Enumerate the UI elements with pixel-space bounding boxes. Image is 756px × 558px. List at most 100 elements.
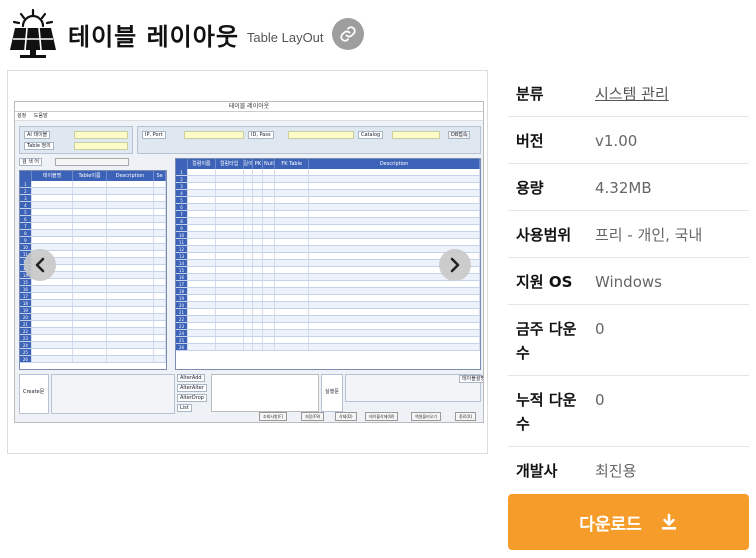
screenshot-table-grid-cell [73, 195, 107, 201]
screenshot-column-grid-cell [216, 344, 244, 350]
page-subtitle: Table LayOut [246, 29, 324, 45]
screenshot-column-grid-cell [253, 197, 264, 203]
info-value-version: v1.00 [595, 132, 638, 150]
screenshot-label-ai: AI 테이블 [24, 131, 51, 139]
screenshot-column-grid-cell [188, 274, 216, 280]
screenshot-column-grid-cell [244, 239, 254, 245]
download-label: 다운로드 [579, 514, 642, 535]
screenshot-column-grid-cell [309, 176, 480, 182]
screenshot-table-grid-cell [73, 209, 107, 215]
screenshot-create-label: Create문 [21, 389, 47, 397]
screenshot-table-grid-row-number: 5 [20, 209, 32, 215]
screenshot-column-grid-row-number: 5 [176, 197, 188, 203]
screenshot-field-ipport [184, 131, 244, 139]
screenshot-table-grid-cell [73, 244, 107, 250]
screenshot-alteradd-label: AlterAdd [177, 374, 205, 382]
screenshot-column-grid-cell [253, 267, 264, 273]
screenshot-column-grid-cell [263, 197, 276, 203]
screenshot-column-grid-cell [309, 344, 480, 350]
info-row-size: 용량 4.32MB [508, 164, 749, 211]
screenshot-menu-help: 도움말 [33, 113, 48, 119]
screenshot-column-grid-cell [216, 239, 244, 245]
screenshot-column-grid-cell [309, 183, 480, 189]
gallery-prev-button[interactable] [24, 249, 56, 281]
screenshot-column-grid-cell [244, 295, 254, 301]
screenshot-column-grid-row-number: 8 [176, 218, 188, 224]
screenshot-column-grid-cell [263, 267, 276, 273]
screenshot-column-grid-cell [253, 253, 264, 259]
screenshot-column-grid-row: 17 [176, 281, 480, 288]
screenshot-table-grid-cell [107, 237, 155, 243]
screenshot-gallery: 테이블 레이아웃 설정 도움말 AI 테이블 Table 정의 IP, Port… [7, 70, 488, 454]
screenshot-column-grid-cell [216, 316, 244, 322]
info-key-total-downloads: 누적 다운수 [516, 391, 577, 433]
screenshot-field-ai [74, 131, 128, 139]
screenshot-table-grid-cell [32, 237, 74, 243]
copy-link-button[interactable] [331, 18, 364, 50]
screenshot-table-grid-cell [107, 279, 155, 285]
screenshot-table-grid-cell [154, 265, 166, 271]
screenshot-table-grid-cell [73, 202, 107, 208]
screenshot-column-grid-cell [216, 309, 244, 315]
screenshot-column-grid-cell [263, 302, 276, 308]
screenshot-column-grid-row-number: 17 [176, 281, 188, 287]
screenshot-column-grid-cell [275, 218, 310, 224]
info-value-weekly-downloads: 0 [595, 320, 605, 338]
screenshot-column-grid-cell [216, 337, 244, 343]
screenshot-column-grid-cell [275, 337, 310, 343]
gallery-next-button[interactable] [439, 249, 471, 281]
screenshot-table-grid-cell [107, 251, 155, 257]
screenshot-table-grid-cell [154, 223, 166, 229]
screenshot-table-grid-cell [154, 314, 166, 320]
screenshot-table-grid-cell [107, 286, 155, 292]
screenshot-column-grid-cell [275, 260, 310, 266]
download-icon [661, 513, 676, 530]
screenshot-column-grid-cell [188, 309, 216, 315]
screenshot-table-grid-cell [154, 181, 166, 187]
screenshot-table-grid-row-number: 18 [20, 300, 32, 306]
screenshot-column-grid-cell [263, 260, 276, 266]
screenshot-column-grid-cell [244, 281, 254, 287]
screenshot-table-grid-cell [32, 209, 74, 215]
screenshot-column-grid-cell [188, 295, 216, 301]
screenshot-column-grid-cell [275, 225, 310, 231]
screenshot-column-grid-cell [216, 267, 244, 273]
screenshot-table-grid-cell [154, 258, 166, 264]
screenshot-column-grid-cell [309, 239, 480, 245]
page-title: 테이블 레이아웃 [68, 22, 239, 51]
screenshot-column-grid-cell [263, 330, 276, 336]
screenshot-column-grid-row: 6 [176, 204, 480, 211]
screenshot-col-tableeng: Table이름 [73, 171, 107, 181]
screenshot-column-grid-cell [309, 316, 480, 322]
screenshot-column-grid-cell [253, 190, 264, 196]
screenshot-table-grid-row: 23 [20, 335, 166, 342]
screenshot-column-grid-cell [263, 204, 276, 210]
screenshot-table-grid-cell [73, 279, 107, 285]
screenshot-table-grid-cell [154, 321, 166, 327]
screenshot-column-grid-cell [263, 176, 276, 182]
screenshot-table-grid-row-number: 6 [20, 216, 32, 222]
screenshot-column-grid-cell [309, 323, 480, 329]
screenshot-column-grid-cell [309, 232, 480, 238]
screenshot-label-idpass: ID, Pass [248, 131, 274, 139]
screenshot-col-se: Se [154, 171, 166, 181]
screenshot-table-grid-cell [107, 265, 155, 271]
screenshot-table-grid-cell [154, 286, 166, 292]
screenshot-table-grid-cell [73, 265, 107, 271]
screenshot-table-grid-cell [73, 272, 107, 278]
screenshot-column-grid-row: 8 [176, 218, 480, 225]
screenshot-table-grid-cell [32, 188, 74, 194]
info-value-developer: 최진용 [595, 462, 637, 480]
screenshot-column-grid-cell [244, 211, 254, 217]
screenshot-column-grid-cell [188, 176, 216, 182]
screenshot-table-grid-row-number: 17 [20, 293, 32, 299]
category-link[interactable]: 시스템 관리 [595, 70, 749, 106]
screenshot-table-grid-row-number: 3 [20, 195, 32, 201]
screenshot-column-grid-cell [244, 344, 254, 350]
download-button[interactable]: 다운로드 [508, 494, 749, 550]
screenshot-column-grid-cell [263, 190, 276, 196]
screenshot-column-grid-row: 19 [176, 295, 480, 302]
info-value-size: 4.32MB [595, 179, 652, 197]
screenshot-table-grid-cell [107, 202, 155, 208]
screenshot-table-grid-cell [154, 244, 166, 250]
